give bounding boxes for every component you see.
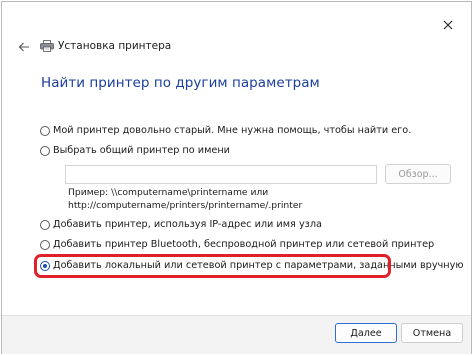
back-button[interactable] xyxy=(14,38,34,56)
printer-setup-window: Установка принтера Найти принтер по друг… xyxy=(1,1,472,354)
shared-printer-name-input[interactable] xyxy=(65,165,377,184)
close-icon xyxy=(443,20,453,30)
close-button[interactable] xyxy=(436,16,460,34)
radio-shared-printer[interactable] xyxy=(40,145,50,156)
dialog-footer: Далее Отмена xyxy=(2,315,471,354)
window-title-bar: Установка принтера xyxy=(40,39,171,53)
option-wireless-printer-label: Добавить принтер Bluetooth, беспроводной… xyxy=(53,239,435,250)
radio-wireless-printer[interactable] xyxy=(40,239,50,250)
example-line-1: Пример: \\computername\printername или xyxy=(68,187,269,198)
option-ip-address-label: Добавить принтер, используя IP-адрес или… xyxy=(53,219,322,230)
printer-icon xyxy=(40,40,54,52)
option-wireless-printer[interactable]: Добавить принтер Bluetooth, беспроводной… xyxy=(40,239,434,250)
example-line-2: http://computername/printers/printername… xyxy=(68,200,303,211)
shared-printer-example: Пример: \\computername\printername или h… xyxy=(68,186,302,212)
cancel-button[interactable]: Отмена xyxy=(401,323,463,343)
option-shared-printer[interactable]: Выбрать общий принтер по имени xyxy=(40,145,230,156)
page-heading: Найти принтер по другим параметрам xyxy=(41,75,320,91)
option-old-printer-label: Мой принтер довольно старый. Мне нужна п… xyxy=(53,125,412,136)
option-ip-address[interactable]: Добавить принтер, используя IP-адрес или… xyxy=(40,219,322,230)
browse-button[interactable]: Обзор... xyxy=(385,164,451,184)
next-button[interactable]: Далее xyxy=(335,323,397,343)
window-title: Установка принтера xyxy=(58,40,172,52)
back-arrow-icon xyxy=(18,42,29,52)
option-shared-printer-label: Выбрать общий принтер по имени xyxy=(53,145,230,156)
option-old-printer[interactable]: Мой принтер довольно старый. Мне нужна п… xyxy=(40,125,411,136)
highlight-frame xyxy=(34,254,391,278)
radio-ip-address[interactable] xyxy=(40,219,50,230)
radio-old-printer[interactable] xyxy=(40,125,50,136)
